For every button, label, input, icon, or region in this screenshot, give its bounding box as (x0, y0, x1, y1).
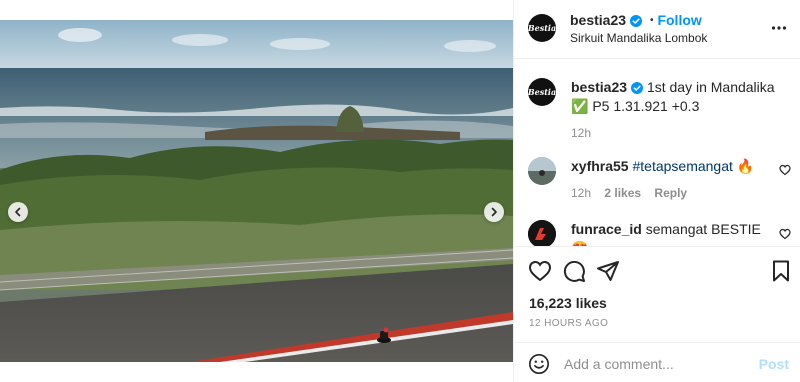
avatar-photo (528, 157, 556, 185)
comment-input[interactable]: Add a comment... (564, 356, 674, 372)
separator-dot: • (649, 15, 654, 26)
reply-button[interactable]: Reply (654, 186, 687, 200)
comment-username[interactable]: xyfhra55 (571, 158, 629, 174)
post-header: Bestia bestia23 • Follow Sirkuit Mandalik… (514, 0, 800, 59)
verified-badge-icon (631, 82, 644, 94)
post-location[interactable]: Sirkuit Mandalika Lombok (570, 31, 707, 45)
avatar[interactable]: Bestia (528, 14, 556, 42)
commenter-avatar[interactable] (528, 220, 556, 246)
carousel-next-button[interactable] (484, 202, 504, 222)
comment-item: funrace_id semangat BESTIE 😍 (571, 220, 771, 246)
post-timestamp[interactable]: 12 HOURS AGO (529, 318, 608, 329)
comment-item: xyfhra55 #tetapsemangat 🔥 12h 2 likes Re… (571, 157, 771, 200)
post-photo[interactable] (0, 20, 513, 362)
comment-hashtag[interactable]: #tetapsemangat (632, 158, 732, 174)
like-heart-icon[interactable] (528, 259, 552, 283)
post-actions: 16,223 likes 12 HOURS AGO (514, 246, 800, 342)
post-comment-button[interactable]: Post (759, 356, 789, 372)
caption-time[interactable]: 12h (571, 126, 789, 140)
avatar-logo-text: Bestia (528, 87, 556, 97)
comment-username[interactable]: funrace_id (571, 221, 642, 237)
author-username[interactable]: bestia23 (570, 12, 626, 28)
comment-emoji: 🔥 (736, 158, 755, 174)
like-comment-heart-icon[interactable] (779, 228, 791, 240)
post-sidebar: Bestia bestia23 • Follow Sirkuit Mandalik… (513, 0, 800, 382)
comments-list[interactable]: Bestia bestia23 1st day in Mandalika ✅ P… (514, 60, 800, 246)
comment-time[interactable]: 12h (571, 186, 591, 200)
save-bookmark-icon[interactable] (769, 259, 793, 283)
photo-scene (0, 20, 513, 362)
follow-button[interactable]: Follow (657, 12, 701, 28)
comment-bubble-icon[interactable] (562, 259, 586, 283)
commenter-avatar[interactable] (528, 157, 556, 185)
chevron-right-icon (491, 207, 497, 217)
verified-badge-icon (630, 15, 643, 27)
more-options-icon[interactable] (771, 20, 787, 36)
carousel-prev-button[interactable] (8, 202, 28, 222)
comment-composer: Add a comment... Post (514, 342, 800, 382)
share-paper-plane-icon[interactable] (596, 259, 620, 283)
likes-count[interactable]: 16,223 likes (529, 295, 607, 311)
comment-likes[interactable]: 2 likes (604, 186, 641, 200)
emoji-smiley-icon[interactable] (528, 353, 550, 375)
like-comment-heart-icon[interactable] (779, 164, 791, 176)
caption: bestia23 1st day in Mandalika ✅ P5 1.31.… (571, 78, 789, 140)
caption-username[interactable]: bestia23 (571, 79, 627, 95)
comment-text: semangat BESTIE (645, 221, 761, 237)
funrace-logo-icon (528, 220, 556, 246)
chevron-left-icon (15, 207, 21, 217)
avatar-logo-text: Bestia (528, 23, 556, 33)
caption-avatar[interactable]: Bestia (528, 78, 556, 106)
